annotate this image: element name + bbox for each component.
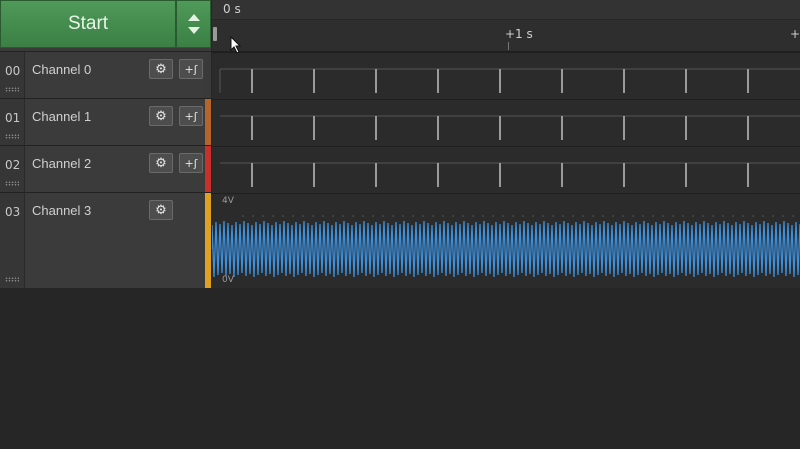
digital-waveform	[220, 162, 800, 187]
trigger-edge-icon: +ʃ	[184, 156, 198, 170]
drag-handle-icon[interactable]	[5, 277, 19, 282]
time-tick	[508, 42, 509, 50]
channel-row-2[interactable]: 02 Channel 2 ⚙ +ʃ	[0, 145, 211, 192]
channel-color-indicator	[205, 193, 211, 288]
channel-row-1[interactable]: 01 Channel 1 ⚙ +ʃ	[0, 98, 211, 145]
gear-icon: ⚙	[155, 108, 167, 124]
channel-color-indicator	[205, 99, 211, 145]
mouse-pointer-icon	[230, 36, 242, 54]
trigger-button[interactable]: +ʃ	[179, 153, 203, 173]
channel-panel: Start 00 Channel 0 ⚙ +ʃ 01 Channel 1 ⚙ +…	[0, 0, 211, 288]
waveform-row-1[interactable]	[212, 99, 800, 146]
analog-signal-trace	[212, 220, 800, 278]
channel-number: 01	[5, 111, 21, 125]
trigger-edge-icon: +ʃ	[184, 62, 198, 76]
digital-waveform	[220, 115, 800, 140]
channel-settings-button[interactable]: ⚙	[149, 153, 173, 173]
waveform-row-0[interactable]	[212, 52, 800, 99]
drag-handle-icon[interactable]	[5, 134, 19, 139]
gear-icon: ⚙	[155, 155, 167, 171]
trigger-button[interactable]: +ʃ	[179, 106, 203, 126]
gear-icon: ⚙	[155, 202, 167, 218]
trigger-button[interactable]: +ʃ	[179, 59, 203, 79]
channel-row-0[interactable]: 00 Channel 0 ⚙ +ʃ	[0, 51, 211, 98]
start-button[interactable]: Start	[0, 0, 176, 48]
drag-handle-icon[interactable]	[5, 87, 19, 92]
channel-name[interactable]: Channel 0	[32, 62, 91, 77]
channel-settings-button[interactable]: ⚙	[149, 200, 173, 220]
channel-settings-button[interactable]: ⚙	[149, 106, 173, 126]
time-origin-label: 0 s	[223, 2, 241, 16]
analog-waveform	[212, 215, 800, 278]
time-marker-label: +1 s	[505, 27, 533, 41]
channel-name[interactable]: Channel 3	[32, 203, 91, 218]
gear-icon: ⚙	[155, 61, 167, 77]
channel-settings-button[interactable]: ⚙	[149, 59, 173, 79]
channel-number: 03	[5, 205, 21, 219]
arrow-up-icon	[187, 14, 200, 21]
time-marker-label-edge: +	[789, 27, 800, 41]
waveform-row-3[interactable]: 4V 0V	[212, 193, 800, 288]
ruler-header: 0 s	[212, 0, 800, 20]
channel-number: 02	[5, 158, 21, 172]
channel-name[interactable]: Channel 2	[32, 156, 91, 171]
timeline-scroll-handle[interactable]	[213, 27, 217, 41]
analog-bottom-voltage-label: 0V	[222, 275, 234, 285]
digital-waveform	[219, 68, 800, 93]
arrow-down-icon	[187, 27, 200, 34]
channel-name[interactable]: Channel 1	[32, 109, 91, 124]
channel-color-indicator	[205, 52, 211, 98]
waveform-row-2[interactable]	[212, 146, 800, 193]
time-ruler[interactable]: 0 s +1 s +	[212, 0, 800, 52]
drag-handle-icon[interactable]	[5, 181, 19, 186]
speed-options-button[interactable]	[176, 0, 211, 48]
channel-color-indicator	[205, 146, 211, 192]
channel-number: 00	[5, 64, 21, 78]
channel-row-3[interactable]: 03 Channel 3 ⚙	[0, 192, 211, 288]
trigger-edge-icon: +ʃ	[184, 109, 198, 123]
